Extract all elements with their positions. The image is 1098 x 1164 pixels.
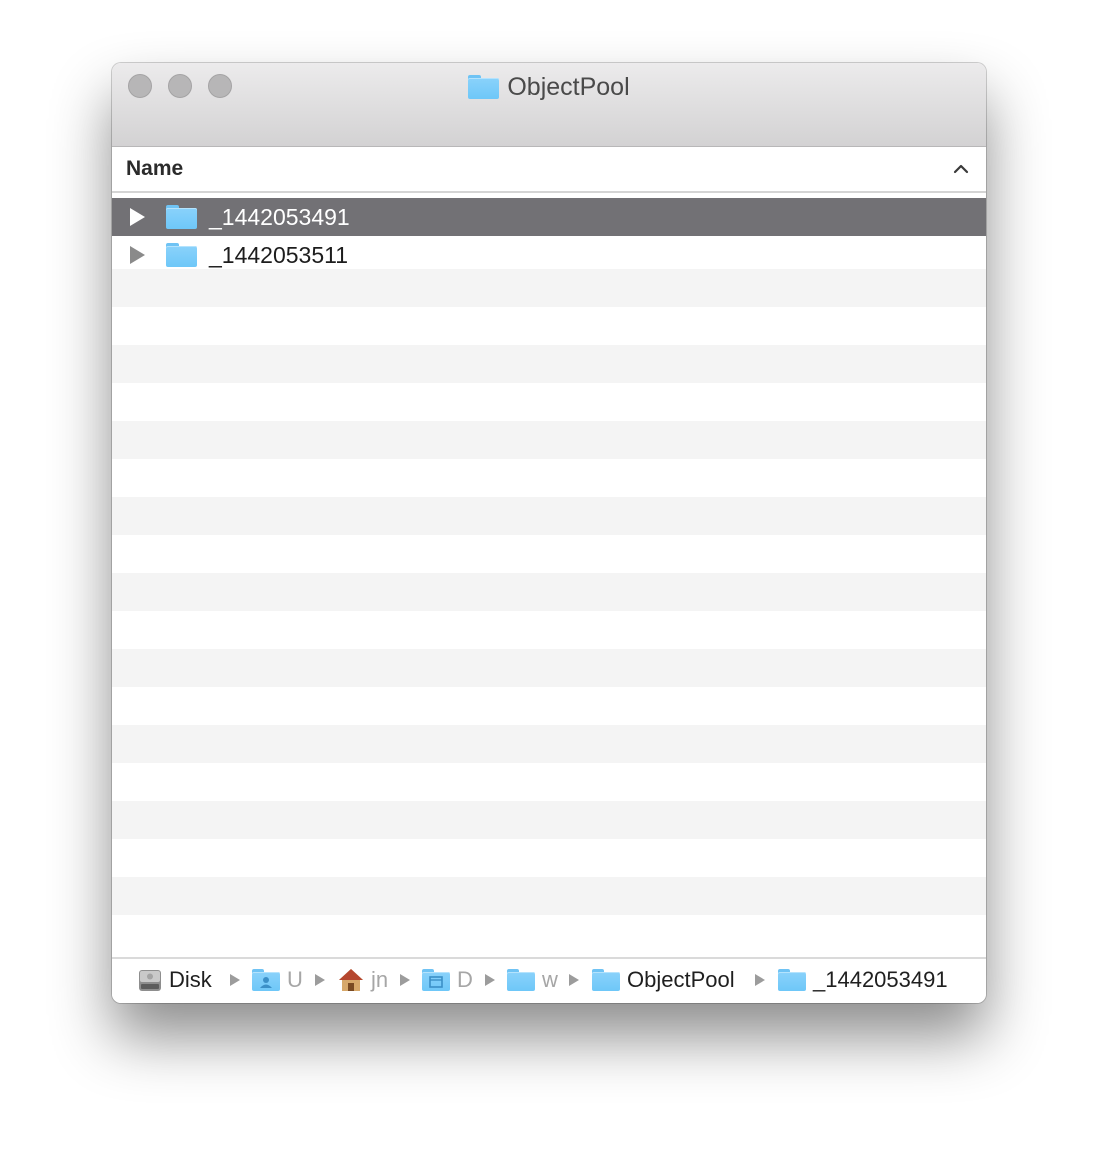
- window-title-text: ObjectPool: [507, 73, 630, 101]
- list-item[interactable]: _1442053491: [112, 198, 986, 236]
- disclosure-triangle-icon[interactable]: [130, 246, 145, 264]
- list-stripe: [112, 421, 986, 459]
- list-stripe: [112, 725, 986, 763]
- path-crumb-label: ObjectPool: [627, 967, 735, 992]
- finder-window: ObjectPool Name _1442053491 _1442053511: [112, 63, 986, 1003]
- list-stripe: [112, 497, 986, 535]
- path-crumb-label: Disk: [169, 967, 212, 992]
- folder-icon: [592, 969, 620, 991]
- path-crumb-current[interactable]: _1442053491: [778, 966, 948, 994]
- path-separator-icon: [230, 974, 240, 986]
- path-separator-icon: [755, 974, 765, 986]
- chevron-up-icon[interactable]: [952, 160, 970, 178]
- list-stripe: [112, 269, 986, 307]
- path-crumb-documents[interactable]: D: [422, 966, 473, 994]
- title-bar[interactable]: ObjectPool: [112, 63, 986, 147]
- path-crumb-users[interactable]: U: [252, 966, 303, 994]
- file-name: _1442053491: [209, 204, 350, 230]
- path-crumb-label: _1442053491: [813, 967, 948, 992]
- folder-icon: [507, 969, 535, 991]
- list-stripe: [112, 345, 986, 383]
- path-crumb-label: D: [457, 967, 473, 992]
- list-stripe: [112, 573, 986, 611]
- hard-disk-icon: [139, 970, 161, 991]
- path-bar: Disk U jn D w ObjectPool _1442053491: [112, 957, 986, 1003]
- list-item[interactable]: _1442053511: [112, 236, 986, 274]
- path-separator-icon: [569, 974, 579, 986]
- home-icon: [339, 969, 363, 991]
- folder-icon: [166, 243, 197, 267]
- path-crumb-label: w: [542, 967, 558, 992]
- path-separator-icon: [400, 974, 410, 986]
- file-name: _1442053511: [209, 242, 348, 268]
- users-folder-icon: [252, 969, 280, 991]
- folder-icon: [778, 969, 806, 991]
- path-crumb-objectpool[interactable]: ObjectPool: [592, 966, 735, 994]
- column-header-label: Name: [126, 157, 184, 180]
- list-stripe: [112, 877, 986, 915]
- path-separator-icon: [315, 974, 325, 986]
- list-stripe: [112, 649, 986, 687]
- path-crumb-label: U: [287, 967, 303, 992]
- path-crumb-disk[interactable]: Disk: [138, 966, 212, 994]
- path-separator-icon: [485, 974, 495, 986]
- disclosure-triangle-icon[interactable]: [130, 208, 145, 226]
- window-title: ObjectPool: [112, 71, 986, 107]
- file-list: _1442053491 _1442053511: [112, 193, 986, 957]
- column-header-name[interactable]: Name: [112, 147, 986, 193]
- folder-icon: [468, 75, 500, 99]
- folder-icon: [166, 205, 197, 229]
- list-stripe: [112, 801, 986, 839]
- path-crumb-label: jn: [371, 967, 389, 992]
- path-crumb-w[interactable]: w: [507, 966, 558, 994]
- path-crumb-home[interactable]: jn: [338, 966, 388, 994]
- documents-folder-icon: [422, 969, 450, 991]
